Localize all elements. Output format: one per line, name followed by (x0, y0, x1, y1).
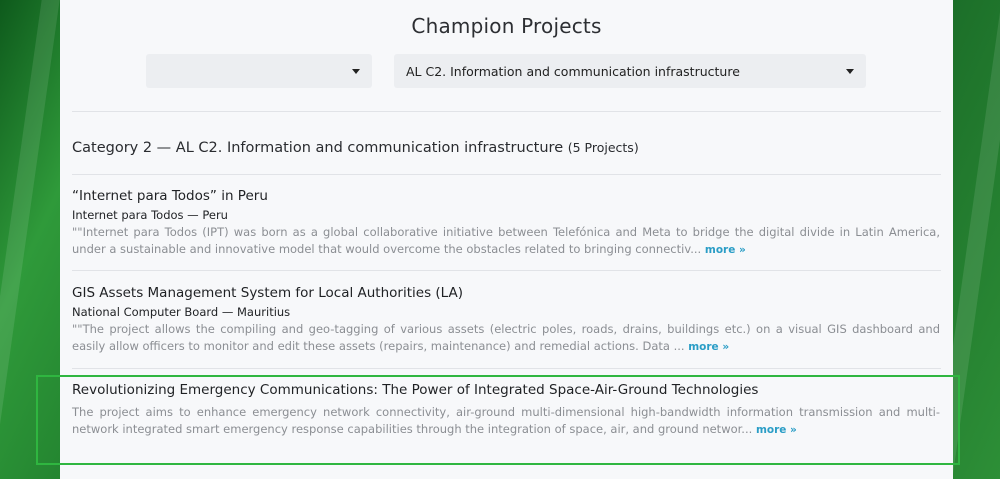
divider (72, 111, 941, 112)
more-link[interactable]: more » (756, 424, 797, 436)
project-description: The project aims to enhance emergency ne… (72, 404, 940, 439)
category-dropdown-value: AL C2. Information and communication inf… (406, 63, 740, 79)
project-title[interactable]: Revolutionizing Emergency Communications… (72, 382, 940, 398)
more-link[interactable]: more » (705, 244, 746, 256)
more-link[interactable]: more » (688, 341, 729, 353)
background-stripe (0, 0, 60, 479)
project-description: ""The project allows the compiling and g… (72, 321, 940, 356)
divider (72, 174, 941, 175)
filter-dropdown[interactable] (146, 54, 372, 88)
project-count: (5 Projects) (567, 140, 639, 155)
page-title: Champion Projects (411, 14, 602, 38)
project-item: GIS Assets Management System for Local A… (72, 285, 940, 356)
category-heading: Category 2 — AL C2. Information and comm… (72, 140, 639, 156)
project-description-text: ""Internet para Todos (IPT) was born as … (72, 225, 940, 256)
caret-down-icon (352, 68, 360, 74)
project-description: ""Internet para Todos (IPT) was born as … (72, 224, 940, 259)
project-organization: National Computer Board — Mauritius (72, 305, 291, 319)
champion-projects-panel: Champion Projects AL C2. Information and… (60, 0, 953, 479)
project-description-text: ""The project allows the compiling and g… (72, 322, 940, 353)
caret-down-icon (846, 68, 854, 74)
category-dropdown[interactable]: AL C2. Information and communication inf… (394, 54, 866, 88)
divider (72, 270, 941, 271)
category-heading-text: Category 2 — AL C2. Information and comm… (72, 140, 564, 156)
project-description-text: The project aims to enhance emergency ne… (72, 405, 940, 436)
divider (72, 368, 941, 369)
project-title[interactable]: “Internet para Todos” in Peru (72, 188, 940, 204)
project-item: Revolutionizing Emergency Communications… (72, 382, 940, 439)
project-item: “Internet para Todos” in Peru Internet p… (72, 188, 940, 259)
project-organization: Internet para Todos — Peru (72, 208, 228, 222)
project-title[interactable]: GIS Assets Management System for Local A… (72, 285, 940, 301)
